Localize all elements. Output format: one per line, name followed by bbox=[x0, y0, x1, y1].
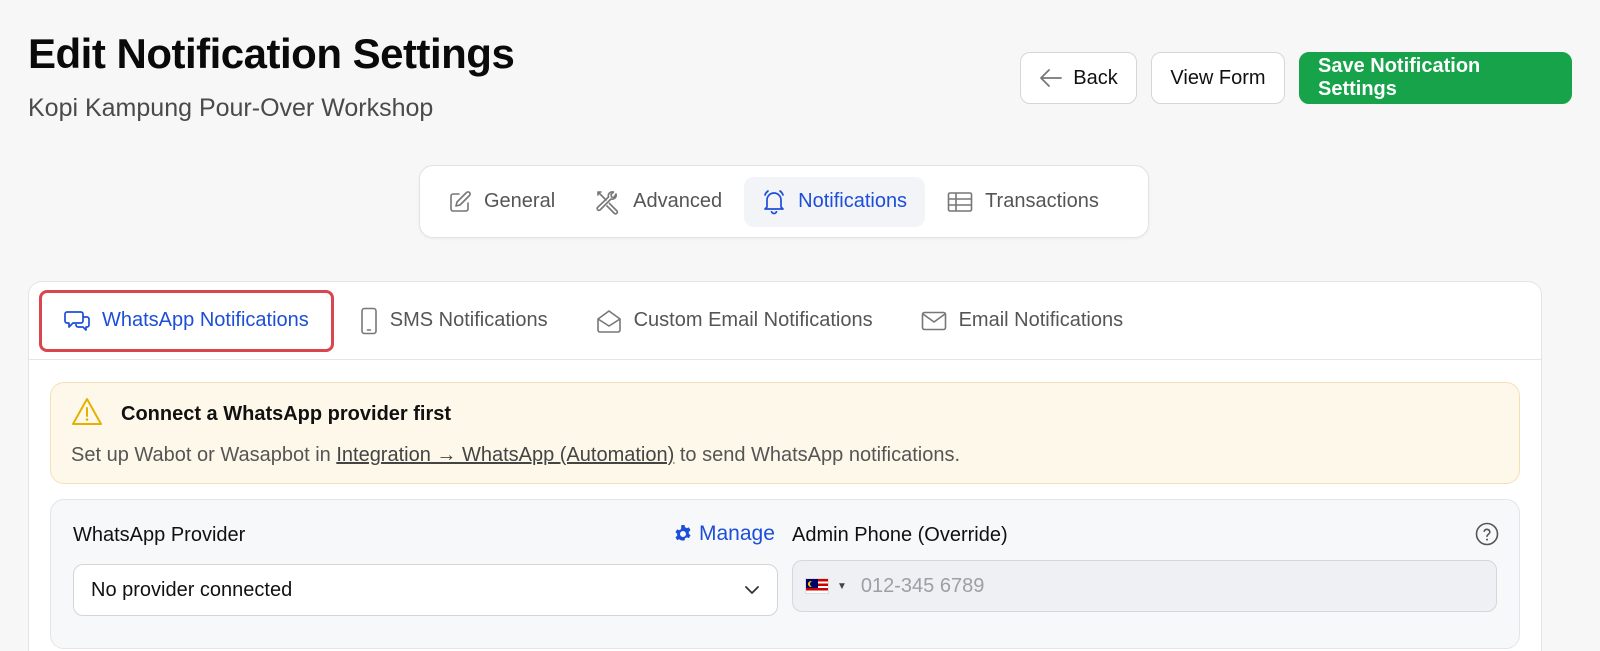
notification-channel-tabs: WhatsApp Notifications SMS Notifications… bbox=[29, 282, 1541, 360]
whatsapp-provider-label: WhatsApp Provider bbox=[73, 524, 246, 546]
chat-bubbles-icon bbox=[64, 309, 90, 333]
notification-settings-card: WhatsApp Notifications SMS Notifications… bbox=[28, 281, 1542, 651]
admin-phone-input[interactable]: ▼ 012-345 6789 bbox=[792, 560, 1497, 612]
whatsapp-provider-select[interactable]: No provider connected bbox=[73, 564, 778, 616]
bell-icon bbox=[762, 189, 786, 215]
malaysia-flag-icon[interactable] bbox=[805, 578, 829, 594]
warning-triangle-icon bbox=[71, 397, 103, 432]
tab-general-label: General bbox=[484, 190, 556, 212]
table-icon bbox=[947, 191, 973, 213]
pencil-square-icon bbox=[448, 190, 472, 214]
tools-icon bbox=[595, 189, 621, 215]
tab-custom-email-notifications[interactable]: Custom Email Notifications bbox=[574, 290, 895, 352]
envelope-icon bbox=[921, 310, 947, 332]
tab-transactions-label: Transactions bbox=[985, 190, 1099, 212]
tab-notifications-label: Notifications bbox=[798, 190, 908, 212]
tab-whatsapp-notifications-label: WhatsApp Notifications bbox=[102, 309, 309, 331]
tab-sms-notifications-label: SMS Notifications bbox=[389, 309, 548, 331]
header-actions: Back View Form Save Notification Setting… bbox=[1020, 52, 1572, 104]
tab-email-notifications-label: Email Notifications bbox=[958, 309, 1124, 331]
open-envelope-icon bbox=[596, 308, 622, 334]
phone-icon bbox=[360, 307, 378, 335]
tab-transactions[interactable]: Transactions bbox=[929, 177, 1117, 227]
manage-provider-link[interactable]: Manage bbox=[673, 522, 775, 546]
back-button-label: Back bbox=[1073, 66, 1118, 89]
admin-phone-label: Admin Phone (Override) bbox=[792, 524, 1008, 546]
help-circle-icon[interactable] bbox=[1475, 522, 1499, 546]
country-caret-icon[interactable]: ▼ bbox=[837, 581, 847, 592]
page-subtitle: Kopi Kampung Pour-Over Workshop bbox=[28, 94, 434, 122]
save-notification-settings-button[interactable]: Save Notification Settings bbox=[1299, 52, 1572, 104]
tab-whatsapp-notifications[interactable]: WhatsApp Notifications bbox=[39, 289, 334, 352]
whatsapp-settings-panel: WhatsApp Provider Manage Admin Phone (Ov… bbox=[50, 499, 1520, 649]
tab-custom-email-notifications-label: Custom Email Notifications bbox=[633, 309, 873, 331]
back-button[interactable]: Back bbox=[1020, 52, 1137, 104]
chevron-down-icon bbox=[743, 581, 761, 599]
arrow-left-icon bbox=[1039, 68, 1063, 88]
gear-icon bbox=[673, 524, 693, 544]
tab-general[interactable]: General bbox=[430, 177, 573, 227]
view-form-button[interactable]: View Form bbox=[1151, 52, 1285, 104]
main-tabs: General Advanced Notifications Transacti… bbox=[419, 165, 1149, 238]
tab-sms-notifications[interactable]: SMS Notifications bbox=[338, 290, 570, 352]
page-title: Edit Notification Settings bbox=[28, 30, 515, 77]
alert-text: Set up Wabot or Wasapbot in Integration … bbox=[71, 444, 960, 467]
manage-label: Manage bbox=[699, 522, 775, 545]
tab-notifications[interactable]: Notifications bbox=[744, 176, 926, 227]
tab-advanced[interactable]: Advanced bbox=[577, 177, 740, 227]
alert-text-prefix: Set up Wabot or Wasapbot in bbox=[71, 444, 337, 466]
integration-whatsapp-link[interactable]: Integration → WhatsApp (Automation) bbox=[336, 444, 674, 466]
tab-email-notifications[interactable]: Email Notifications bbox=[899, 290, 1146, 352]
provider-warning-alert: Connect a WhatsApp provider first Set up… bbox=[50, 382, 1520, 484]
alert-text-suffix: to send WhatsApp notifications. bbox=[674, 444, 960, 466]
phone-placeholder: 012-345 6789 bbox=[860, 574, 985, 597]
tab-advanced-label: Advanced bbox=[633, 190, 723, 212]
provider-select-value: No provider connected bbox=[91, 578, 293, 601]
alert-title: Connect a WhatsApp provider first bbox=[121, 403, 452, 425]
